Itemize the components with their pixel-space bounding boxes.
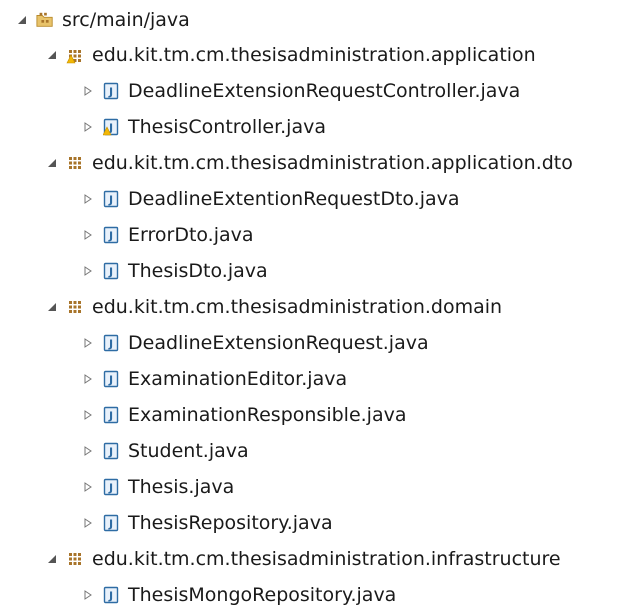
tree-item-java-file[interactable]: J ErrorDto.java [80, 217, 254, 253]
collapsed-triangle-icon[interactable] [80, 83, 96, 99]
collapsed-triangle-icon[interactable] [80, 227, 96, 243]
java-file-label: Thesis.java [128, 476, 235, 498]
tree-item-source-folder[interactable]: src/main/java [14, 2, 190, 38]
collapsed-triangle-icon[interactable] [80, 443, 96, 459]
package-label: edu.kit.tm.cm.thesisadministration.infra… [92, 548, 561, 570]
tree-item-java-file[interactable]: J ThesisMongoRepository.java [80, 577, 396, 613]
tree-item-package[interactable]: edu.kit.tm.cm.thesisadministration.appli… [44, 145, 573, 181]
svg-text:J: J [108, 230, 113, 243]
java-file-label: Student.java [128, 440, 249, 462]
package-icon [66, 298, 84, 316]
java-file-label: ThesisDto.java [128, 260, 268, 282]
collapsed-triangle-icon[interactable] [80, 587, 96, 603]
tree-item-java-file[interactable]: J DeadlineExtentionRequestDto.java [80, 181, 460, 217]
java-file-label: DeadlineExtensionRequest.java [128, 332, 429, 354]
java-file-label: DeadlineExtensionRequestController.java [128, 80, 521, 102]
svg-text:J: J [108, 266, 113, 279]
java-file-icon: J [102, 82, 120, 100]
expanded-triangle-icon[interactable] [44, 47, 60, 63]
package-warning-icon [66, 46, 84, 64]
java-file-label: DeadlineExtentionRequestDto.java [128, 188, 460, 210]
svg-text:J: J [108, 86, 113, 99]
tree-item-java-file[interactable]: J Thesis.java [80, 469, 234, 505]
package-label: edu.kit.tm.cm.thesisadministration.appli… [92, 152, 573, 174]
tree-item-java-file[interactable]: J ExaminationResponsible.java [80, 397, 406, 433]
tree-item-java-file[interactable]: J ExaminationEditor.java [80, 361, 347, 397]
java-file-icon: J [102, 442, 120, 460]
collapsed-triangle-icon[interactable] [80, 515, 96, 531]
java-file-icon: J [102, 334, 120, 352]
java-file-label: ExaminationEditor.java [128, 368, 348, 390]
tree-item-java-file[interactable]: J DeadlineExtensionRequestController.jav… [80, 73, 520, 109]
java-file-label: ErrorDto.java [128, 224, 254, 246]
expanded-triangle-icon[interactable] [44, 551, 60, 567]
source-folder-label: src/main/java [62, 9, 190, 31]
tree-item-package[interactable]: edu.kit.tm.cm.thesisadministration.domai… [44, 289, 502, 325]
collapsed-triangle-icon[interactable] [80, 263, 96, 279]
java-file-label: ExaminationResponsible.java [128, 404, 407, 426]
java-file-icon: J [102, 406, 120, 424]
java-file-icon: J [102, 478, 120, 496]
expanded-triangle-icon[interactable] [14, 12, 30, 28]
svg-text:J: J [108, 410, 113, 423]
java-file-icon: J [102, 190, 120, 208]
java-file-icon: J [102, 370, 120, 388]
svg-text:J: J [108, 446, 113, 459]
tree-item-java-file[interactable]: J ThesisRepository.java [80, 505, 333, 541]
collapsed-triangle-icon[interactable] [80, 119, 96, 135]
java-file-warning-icon: J [102, 118, 120, 136]
tree-item-package[interactable]: edu.kit.tm.cm.thesisadministration.appli… [44, 37, 536, 73]
java-file-label: ThesisRepository.java [128, 512, 333, 534]
package-label: edu.kit.tm.cm.thesisadministration.appli… [92, 44, 536, 66]
svg-text:J: J [108, 482, 113, 495]
svg-text:J: J [108, 590, 113, 603]
collapsed-triangle-icon[interactable] [80, 335, 96, 351]
expanded-triangle-icon[interactable] [44, 299, 60, 315]
svg-text:J: J [108, 374, 113, 387]
package-icon [66, 550, 84, 568]
tree-item-java-file[interactable]: J ThesisDto.java [80, 253, 268, 289]
svg-text:J: J [108, 518, 113, 531]
expanded-triangle-icon[interactable] [44, 155, 60, 171]
package-label: edu.kit.tm.cm.thesisadministration.domai… [92, 296, 503, 318]
java-file-label: ThesisController.java [128, 116, 326, 138]
source-folder-icon [36, 11, 54, 29]
svg-text:J: J [108, 338, 113, 351]
java-file-icon: J [102, 262, 120, 280]
tree-item-java-file[interactable]: J DeadlineExtensionRequest.java [80, 325, 429, 361]
java-file-icon: J [102, 226, 120, 244]
tree-item-java-file[interactable]: J Student.java [80, 433, 249, 469]
java-file-icon: J [102, 514, 120, 532]
tree-item-java-file[interactable]: J ThesisController.java [80, 109, 326, 145]
java-file-label: ThesisMongoRepository.java [128, 584, 397, 606]
package-icon [66, 154, 84, 172]
collapsed-triangle-icon[interactable] [80, 407, 96, 423]
collapsed-triangle-icon[interactable] [80, 371, 96, 387]
svg-text:J: J [108, 194, 113, 207]
collapsed-triangle-icon[interactable] [80, 191, 96, 207]
tree-item-package[interactable]: edu.kit.tm.cm.thesisadministration.infra… [44, 541, 561, 577]
java-file-icon: J [102, 586, 120, 604]
collapsed-triangle-icon[interactable] [80, 479, 96, 495]
